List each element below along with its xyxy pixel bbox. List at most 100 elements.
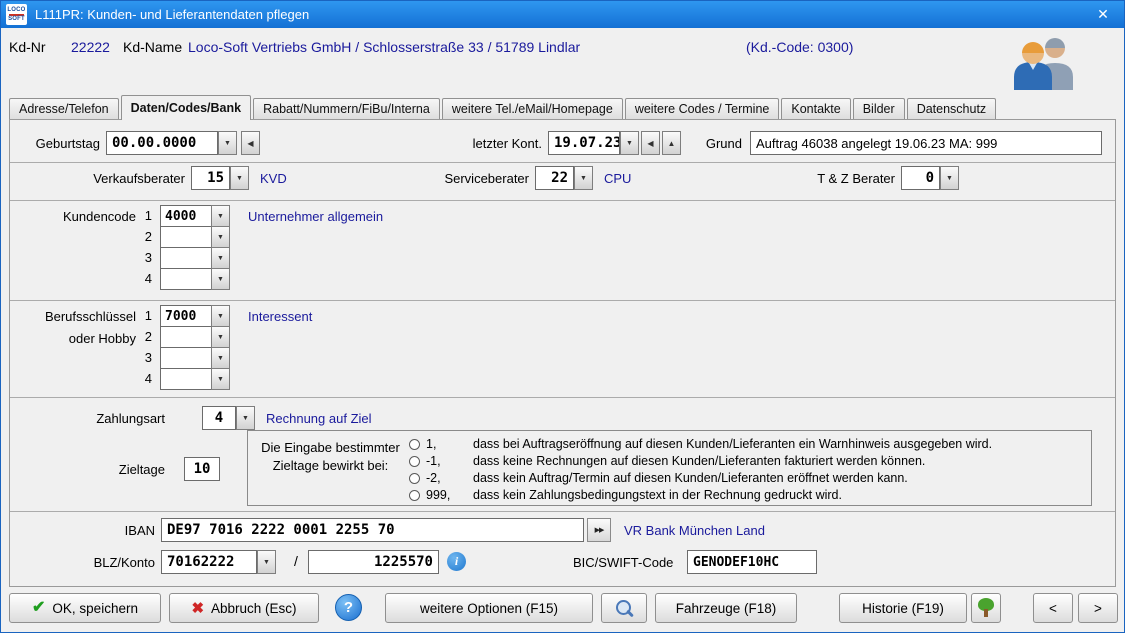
zieltage-option-value: -2, bbox=[426, 471, 441, 485]
iban-input[interactable]: DE97 7016 2222 0001 2255 70 bbox=[161, 518, 584, 542]
kundencode-row-number: 3 bbox=[140, 250, 152, 265]
oder-hobby-label: oder Hobby bbox=[10, 331, 136, 346]
letzter-kontakt-dropdown-icon[interactable]: ▼ bbox=[620, 131, 639, 155]
tree-icon bbox=[977, 598, 995, 618]
beruf-dropdown-icon-4[interactable]: ▼ bbox=[211, 368, 230, 390]
blz-konto-label: BLZ/Konto bbox=[30, 555, 155, 570]
prev-record-button[interactable]: < bbox=[1033, 593, 1073, 623]
konto-input[interactable]: 1225570 bbox=[308, 550, 439, 574]
blz-input[interactable]: 70162222 bbox=[161, 550, 257, 574]
tab-weitere-codes-termine[interactable]: weitere Codes / Termine bbox=[625, 98, 780, 119]
header: Kd-Nr 22222 Kd-Name Loco-Soft Vertriebs … bbox=[1, 28, 1124, 94]
letzter-kontakt-prev-icon[interactable]: ◀ bbox=[641, 131, 660, 155]
tab-adresse-telefon[interactable]: Adresse/Telefon bbox=[9, 98, 119, 119]
kundencode-dropdown-icon-3[interactable]: ▼ bbox=[211, 247, 230, 269]
beruf-row-number: 4 bbox=[140, 371, 152, 386]
search-button[interactable] bbox=[601, 593, 647, 623]
tree-button[interactable] bbox=[971, 593, 1001, 623]
abbruch-label: Abbruch (Esc) bbox=[211, 601, 297, 616]
tz-berater-input[interactable]: 0 bbox=[901, 166, 940, 190]
zieltage-input[interactable]: 10 bbox=[184, 457, 220, 481]
help-icon[interactable]: ? bbox=[335, 594, 362, 621]
blz-dropdown-icon[interactable]: ▼ bbox=[257, 550, 276, 574]
kundencode-input-2[interactable] bbox=[160, 226, 212, 248]
beruf-row-number: 1 bbox=[140, 308, 152, 323]
berufsschluessel-label: Berufsschlüssel bbox=[10, 309, 136, 324]
serviceberater-dropdown-icon[interactable]: ▼ bbox=[574, 166, 593, 190]
beruf-dropdown-icon-1[interactable]: ▼ bbox=[211, 305, 230, 327]
bic-input[interactable]: GENODEF10HC bbox=[687, 550, 817, 574]
zieltage-radio-999[interactable] bbox=[409, 490, 420, 501]
tab-label: weitere Tel./eMail/Homepage bbox=[452, 102, 613, 116]
zahlungsart-dropdown-icon[interactable]: ▼ bbox=[236, 406, 255, 430]
fahrzeuge-button[interactable]: Fahrzeuge (F18) bbox=[655, 593, 797, 623]
next-record-button[interactable]: > bbox=[1078, 593, 1118, 623]
tab-rabatt-nummern-fibu-interna[interactable]: Rabatt/Nummern/FiBu/Interna bbox=[253, 98, 440, 119]
geburtstag-prev-icon[interactable]: ◀ bbox=[241, 131, 260, 155]
kundencode-input-1[interactable]: 4000 bbox=[160, 205, 212, 227]
geburtstag-dropdown-icon[interactable]: ▼ bbox=[218, 131, 237, 155]
beruf-dropdown-icon-3[interactable]: ▼ bbox=[211, 347, 230, 369]
form-content: Geburtstag 00.00.0000 ▼ ◀ letzter Kont. … bbox=[9, 119, 1116, 587]
weitere-optionen-label: weitere Optionen (F15) bbox=[420, 601, 558, 616]
tab-datenschutz[interactable]: Datenschutz bbox=[907, 98, 996, 119]
beruf-input-2[interactable] bbox=[160, 326, 212, 348]
zieltage-label: Zieltage bbox=[40, 462, 165, 477]
tab-label: Bilder bbox=[863, 102, 895, 116]
beruf-input-1[interactable]: 7000 bbox=[160, 305, 212, 327]
zieltage-radio-1[interactable] bbox=[409, 439, 420, 450]
prev-record-label: < bbox=[1049, 601, 1057, 616]
tz-berater-dropdown-icon[interactable]: ▼ bbox=[940, 166, 959, 190]
tab-bilder[interactable]: Bilder bbox=[853, 98, 905, 119]
iban-lookup-double-arrow-icon[interactable]: ▶▶ bbox=[587, 518, 611, 542]
blz-konto-separator: / bbox=[294, 553, 298, 569]
tab-kontakte[interactable]: Kontakte bbox=[781, 98, 850, 119]
section-divider bbox=[10, 200, 1115, 201]
tab-label: weitere Codes / Termine bbox=[635, 102, 770, 116]
window-title: L111PR: Kunden- und Lieferantendaten pfl… bbox=[35, 7, 309, 22]
tab-weitere-tel-email-homepage[interactable]: weitere Tel./eMail/Homepage bbox=[442, 98, 623, 119]
bic-label: BIC/SWIFT-Code bbox=[573, 555, 673, 570]
zieltage-option-text: dass kein Zahlungsbedingungstext in der … bbox=[473, 488, 842, 502]
grund-input[interactable]: Auftrag 46038 angelegt 19.06.23 MA: 999 bbox=[750, 131, 1102, 155]
ok-speichern-button[interactable]: ✔ OK, speichern bbox=[9, 593, 161, 623]
zahlungsart-label: Zahlungsart bbox=[40, 411, 165, 426]
kundencode-dropdown-icon-1[interactable]: ▼ bbox=[211, 205, 230, 227]
zieltage-option-value: 999, bbox=[426, 488, 450, 502]
tab-label: Daten/Codes/Bank bbox=[131, 101, 241, 115]
footer-toolbar: ✔ OK, speichern ✖ Abbruch (Esc) ? weiter… bbox=[1, 587, 1124, 632]
check-icon: ✔ bbox=[32, 600, 45, 616]
kundencode-row-number: 1 bbox=[140, 208, 152, 223]
abbruch-button[interactable]: ✖ Abbruch (Esc) bbox=[169, 593, 319, 623]
kundencode-desc-1: Unternehmer allgemein bbox=[248, 209, 383, 224]
close-icon[interactable]: ✕ bbox=[1086, 1, 1120, 28]
tab-label: Rabatt/Nummern/FiBu/Interna bbox=[263, 102, 430, 116]
letzter-kontakt-label: letzter Kont. bbox=[450, 136, 542, 151]
tab-label: Datenschutz bbox=[917, 102, 986, 116]
zahlungsart-input[interactable]: 4 bbox=[202, 406, 236, 430]
kdname-value: Loco-Soft Vertriebs GmbH / Schlosserstra… bbox=[188, 39, 580, 55]
section-divider bbox=[10, 397, 1115, 398]
beruf-input-4[interactable] bbox=[160, 368, 212, 390]
verkaufsberater-input[interactable]: 15 bbox=[191, 166, 230, 190]
kundencode-input-3[interactable] bbox=[160, 247, 212, 269]
serviceberater-input[interactable]: 22 bbox=[535, 166, 574, 190]
kundencode-input-4[interactable] bbox=[160, 268, 212, 290]
weitere-optionen-button[interactable]: weitere Optionen (F15) bbox=[385, 593, 593, 623]
verkaufsberater-label: Verkaufsberater bbox=[50, 171, 185, 186]
section-divider bbox=[10, 511, 1115, 512]
historie-button[interactable]: Historie (F19) bbox=[839, 593, 967, 623]
letzter-kontakt-input[interactable]: 19.07.23 bbox=[548, 131, 620, 155]
geburtstag-input[interactable]: 00.00.0000 bbox=[106, 131, 218, 155]
tab-label: Adresse/Telefon bbox=[19, 102, 109, 116]
zieltage-radio-minus1[interactable] bbox=[409, 456, 420, 467]
tab-daten-codes-bank[interactable]: Daten/Codes/Bank bbox=[121, 95, 251, 120]
verkaufsberater-dropdown-icon[interactable]: ▼ bbox=[230, 166, 249, 190]
kdcode-value: (Kd.-Code: 0300) bbox=[746, 39, 853, 55]
kundencode-dropdown-icon-4[interactable]: ▼ bbox=[211, 268, 230, 290]
kundencode-dropdown-icon-2[interactable]: ▼ bbox=[211, 226, 230, 248]
beruf-input-3[interactable] bbox=[160, 347, 212, 369]
zieltage-radio-minus2[interactable] bbox=[409, 473, 420, 484]
info-icon[interactable]: i bbox=[447, 552, 466, 571]
beruf-dropdown-icon-2[interactable]: ▼ bbox=[211, 326, 230, 348]
